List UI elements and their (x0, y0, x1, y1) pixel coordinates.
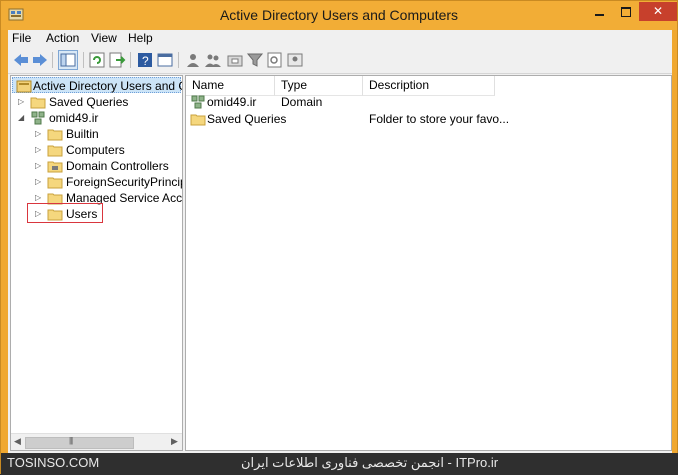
console-tree: Active Directory Users and Com ▷ Saved Q… (10, 75, 183, 451)
tree-item-label: omid49.ir (49, 111, 99, 125)
back-button[interactable] (12, 51, 30, 69)
refresh-button[interactable] (88, 51, 106, 69)
show-console-tree-button[interactable] (58, 50, 78, 70)
maximize-button[interactable] (613, 2, 639, 21)
folder-icon (47, 142, 63, 158)
minimize-icon (595, 13, 604, 16)
details-pane: Name Type Description omid49.ir Domain S… (185, 75, 672, 451)
toolbar: ? (8, 47, 672, 74)
folder-icon (30, 94, 46, 110)
client-area: File Action View Help ? Active Directory… (8, 30, 672, 453)
maximize-icon (621, 6, 631, 17)
tree-item-label: Builtin (66, 127, 99, 141)
domain-icon (190, 94, 206, 110)
tree-item-computers[interactable]: ▷ Computers (11, 142, 182, 158)
column-header-name[interactable]: Name (186, 76, 275, 96)
toolbar-separator (178, 52, 179, 68)
menu-view[interactable]: View (91, 31, 117, 45)
tree-item-domain-controllers[interactable]: ▷ Domain Controllers (11, 158, 182, 174)
back-arrow-icon (14, 54, 28, 66)
column-header-description[interactable]: Description (363, 76, 495, 96)
watermark-footer: TOSINSO.COM انجمن تخصصی فناوری اطلاعات ا… (1, 453, 678, 475)
folder-icon (47, 174, 63, 190)
export-list-button[interactable] (108, 51, 126, 69)
tree-item-label: Domain Controllers (66, 159, 169, 173)
aduc-icon (16, 78, 32, 94)
ou-folder-icon (47, 158, 63, 174)
help-button[interactable]: ? (136, 51, 154, 69)
scroll-right-icon[interactable]: ▶ (171, 436, 178, 447)
watermark-right: انجمن تخصصی فناوری اطلاعات ایران - ITPro… (241, 455, 499, 470)
svg-text:?: ? (142, 54, 149, 68)
column-header-type[interactable]: Type (275, 76, 363, 96)
folder-icon (190, 111, 206, 127)
title-bar[interactable]: Active Directory Users and Computers ✕ (1, 1, 677, 30)
tree-item-root[interactable]: Active Directory Users and Com (12, 77, 182, 94)
watermark-left: TOSINSO.COM (7, 455, 100, 470)
console-view-button[interactable] (156, 51, 174, 69)
console-view-icon (157, 53, 173, 67)
toolbar-separator (130, 52, 131, 68)
tree-item-builtin[interactable]: ▷ Builtin (11, 126, 182, 142)
tree-item-foreign-security-principals[interactable]: ▷ ForeignSecurityPrincipals (11, 174, 182, 190)
cell-type: Domain (281, 95, 323, 109)
tree-horizontal-scrollbar[interactable]: ◀ ||| ▶ (11, 433, 182, 450)
cell-description: Folder to store your favo... (369, 112, 510, 126)
close-button[interactable]: ✕ (639, 2, 677, 21)
expand-icon[interactable]: ▷ (35, 193, 44, 202)
new-group-button[interactable] (204, 51, 222, 69)
tree-item-label: ForeignSecurityPrincipals (66, 175, 182, 189)
scroll-left-icon[interactable]: ◀ (14, 436, 21, 447)
scrollbar-thumb[interactable] (25, 437, 134, 449)
new-ou-button[interactable] (226, 51, 244, 69)
add-to-group-button[interactable] (286, 51, 304, 69)
folder-icon (47, 126, 63, 142)
find-button[interactable] (266, 51, 284, 69)
tree-item-label: Saved Queries (49, 95, 129, 109)
user-icon (187, 54, 199, 67)
export-icon (109, 52, 126, 68)
refresh-icon (89, 52, 105, 68)
find-icon (267, 52, 282, 68)
forward-button[interactable] (31, 51, 49, 69)
app-window: Active Directory Users and Computers ✕ F… (0, 0, 678, 475)
expand-icon[interactable]: ▷ (35, 145, 44, 154)
expand-icon[interactable]: ▷ (35, 161, 44, 170)
expand-icon[interactable]: ▷ (18, 97, 27, 106)
menu-file[interactable]: File (12, 31, 31, 45)
tree-item-label: Computers (66, 143, 125, 157)
toolbar-separator (83, 52, 84, 68)
collapse-icon[interactable]: ◢ (18, 113, 27, 122)
domain-icon (30, 110, 46, 126)
group-icon (205, 54, 221, 67)
expand-icon[interactable]: ▷ (35, 129, 44, 138)
users-highlight-box (27, 203, 103, 223)
new-user-button[interactable] (184, 51, 202, 69)
tree-item-domain[interactable]: ◢ omid49.ir (11, 110, 182, 126)
menu-bar: File Action View Help (8, 30, 672, 46)
organizational-unit-icon (227, 55, 243, 67)
add-to-group-icon (287, 53, 303, 67)
forward-arrow-icon (33, 54, 47, 66)
filter-icon (246, 53, 264, 67)
list-item-domain[interactable]: omid49.ir Domain (186, 94, 671, 111)
tree-item-saved-queries[interactable]: ▷ Saved Queries (11, 94, 182, 110)
window-title: Active Directory Users and Computers (219, 7, 459, 23)
menu-action[interactable]: Action (46, 31, 79, 45)
menu-help[interactable]: Help (128, 31, 153, 45)
scrollbar-grip-icon: ||| (69, 436, 73, 445)
tree-item-label: Active Directory Users and Com (33, 79, 182, 93)
expand-icon[interactable]: ▷ (35, 177, 44, 186)
toolbar-separator (52, 52, 53, 68)
console-tree-icon (60, 53, 76, 67)
filter-button[interactable] (246, 51, 264, 69)
cell-name: omid49.ir (207, 95, 257, 109)
cell-name: Saved Queries (207, 112, 287, 126)
help-icon: ? (138, 53, 152, 68)
list-item-saved-queries[interactable]: Saved Queries Folder to store your favo.… (186, 111, 671, 128)
minimize-button[interactable] (586, 2, 613, 21)
